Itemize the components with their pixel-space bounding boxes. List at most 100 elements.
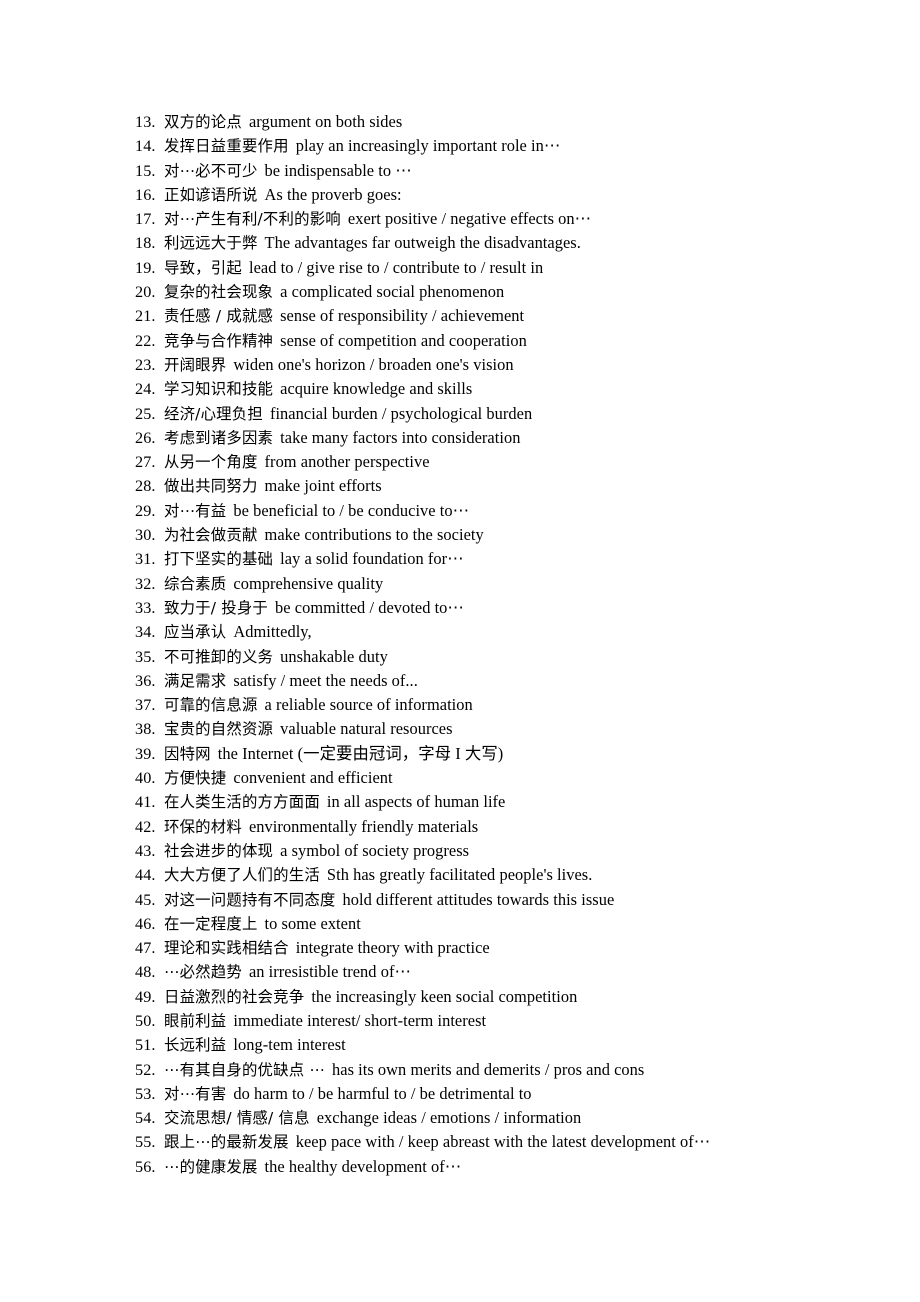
list-item-chinese-term: 致力于/ 投身于 <box>164 598 269 617</box>
list-item-chinese-term: ⋯有其自身的优缺点 ⋯ <box>164 1060 325 1079</box>
list-item-number: 51. <box>135 1036 156 1055</box>
list-item: 23. 开阔眼界 widen one's horizon / broaden one… <box>135 353 875 377</box>
list-item-english-translation: a symbol of society progress <box>280 840 470 860</box>
list-item: 27. 从另一个角度 from another perspective <box>135 450 875 474</box>
list-item-number: 50. <box>135 1011 156 1030</box>
list-item-english-translation: make joint efforts <box>264 476 382 496</box>
list-item-chinese-term: 对这一问题持有不同态度 <box>164 890 336 909</box>
list-item-chinese-term: 大大方便了人们的生活 <box>164 866 320 885</box>
list-item-chinese-term: 社会进步的体现 <box>164 841 274 860</box>
list-item-english-translation: unshakable duty <box>280 646 388 666</box>
list-item: 26. 考虑到诸多因素 take many factors into conside… <box>135 426 875 450</box>
list-item-english-translation: take many factors into consideration <box>280 427 521 447</box>
list-item-number: 22. <box>135 331 156 350</box>
list-item-number: 20. <box>135 283 156 302</box>
list-item-chinese-term: 眼前利益 <box>164 1011 227 1030</box>
list-item-english-translation: argument on both sides <box>248 112 403 131</box>
list-item-english-translation: satisfy / meet the needs of... <box>233 670 418 690</box>
list-item-chinese-term: 对⋯有害 <box>164 1084 227 1103</box>
list-item: 42. 环保的材料 environmentally friendly materia… <box>135 815 875 839</box>
list-item-english-translation: a complicated social phenomenon <box>280 282 505 302</box>
list-item-chinese-term: 正如谚语所说 <box>164 185 258 204</box>
list-item-chinese-term: 不可推卸的义务 <box>164 647 274 666</box>
list-item-number: 26. <box>135 428 156 447</box>
list-item-number: 24. <box>135 380 156 399</box>
list-item-number: 17. <box>135 210 156 229</box>
list-item-english-translation: an irresistible trend of⋯ <box>248 962 411 982</box>
list-item: 43. 社会进步的体现 a symbol of society progress <box>135 839 875 863</box>
list-item-english-translation: valuable natural resources <box>280 719 453 739</box>
list-item-number: 47. <box>135 939 156 958</box>
vocabulary-list: 13. 双方的论点 argument on both sides 14. 发挥日益重要作… <box>135 110 875 1179</box>
list-item-english-translation: long-tem interest <box>233 1035 346 1055</box>
list-item-chinese-term: 发挥日益重要作用 <box>164 137 289 156</box>
list-item-chinese-term: 跟上⋯的最新发展 <box>164 1133 289 1152</box>
list-item-english-translation: from another perspective <box>264 452 430 472</box>
list-item-chinese-term: 可靠的信息源 <box>164 696 258 715</box>
list-item-chinese-term: 满足需求 <box>164 671 227 690</box>
list-item: 45. 对这一问题持有不同态度 hold different attitudes t… <box>135 888 875 912</box>
list-item: 33. 致力于/ 投身于 be committed / devoted to⋯ <box>135 596 875 620</box>
list-item-chinese-term: 利远远大于弊 <box>164 234 258 253</box>
list-item-number: 41. <box>135 793 156 812</box>
list-item-chinese-term: 日益激烈的社会竞争 <box>164 987 305 1006</box>
list-item-number: 35. <box>135 647 156 666</box>
list-item: 16. 正如谚语所说 As the proverb goes: <box>135 183 875 207</box>
list-item: 55. 跟上⋯的最新发展 keep pace with / keep abreast… <box>135 1130 875 1154</box>
list-item: 54. 交流思想/ 情感/ 信息 exchange ideas / emotions… <box>135 1106 875 1130</box>
list-item: 36. 满足需求 satisfy / meet the needs of... <box>135 669 875 693</box>
list-item-chinese-term: 应当承认 <box>164 623 227 642</box>
list-item: 52. ⋯有其自身的优缺点 ⋯ has its own merits and dem… <box>135 1058 875 1082</box>
list-item-number: 43. <box>135 841 156 860</box>
list-item: 41. 在人类生活的方方面面 in all aspects of human lif… <box>135 790 875 814</box>
list-item-number: 19. <box>135 258 156 277</box>
list-item: 38. 宝贵的自然资源 valuable natural resources <box>135 717 875 741</box>
list-item-chinese-term: 打下坚实的基础 <box>164 550 274 569</box>
list-item-chinese-term: 环保的材料 <box>164 817 242 836</box>
list-item-number: 27. <box>135 453 156 472</box>
list-item: 37. 可靠的信息源 a reliable source of informatio… <box>135 693 875 717</box>
list-item-english-translation: the increasingly keen social competition <box>311 986 578 1006</box>
list-item-chinese-term: 做出共同努力 <box>164 477 258 496</box>
list-item-english-translation: in all aspects of human life <box>326 792 506 812</box>
list-item: 17. 对⋯产生有利/不利的影响 exert positive / negative… <box>135 207 875 231</box>
list-item: 44. 大大方便了人们的生活 Sth has greatly facilitated… <box>135 863 875 887</box>
list-item: 28. 做出共同努力 make joint efforts <box>135 474 875 498</box>
list-item-number: 28. <box>135 477 156 496</box>
list-item-english-translation: be committed / devoted to⋯ <box>275 597 464 617</box>
list-item-number: 44. <box>135 866 156 885</box>
list-item-number: 42. <box>135 817 156 836</box>
list-item-english-translation: a reliable source of information <box>264 695 473 715</box>
list-item: 24. 学习知识和技能 acquire knowledge and skills <box>135 377 875 401</box>
list-item-number: 15. <box>135 161 156 180</box>
list-item-english-translation: As the proverb goes: <box>264 184 402 204</box>
list-item-english-translation: to some extent <box>264 913 361 933</box>
list-item-english-translation: exchange ideas / emotions / information <box>316 1108 582 1128</box>
list-item-chinese-term: ⋯必然趋势 <box>164 963 242 982</box>
list-item: 49. 日益激烈的社会竞争 the increasingly keen social… <box>135 985 875 1009</box>
list-item-number: 33. <box>135 598 156 617</box>
list-item-english-translation: the healthy development of⋯ <box>264 1156 462 1176</box>
list-item: 20. 复杂的社会现象 a complicated social phenomeno… <box>135 280 875 304</box>
list-item: 51. 长远利益 long-tem interest <box>135 1033 875 1057</box>
list-item: 22. 竞争与合作精神 sense of competition and coope… <box>135 329 875 353</box>
list-item-number: 52. <box>135 1060 156 1079</box>
list-item-english-translation: lay a solid foundation for⋯ <box>280 549 464 569</box>
list-item-english-translation: environmentally friendly materials <box>248 816 479 836</box>
list-item-number: 37. <box>135 696 156 715</box>
list-item-english-translation: hold different attitudes towards this is… <box>342 889 615 909</box>
list-item-number: 39. <box>135 744 156 763</box>
list-item: 29. 对⋯有益 be beneficial to / be conducive t… <box>135 499 875 523</box>
list-item-english-translation: acquire knowledge and skills <box>280 379 473 399</box>
list-item-chinese-term: 对⋯产生有利/不利的影响 <box>164 210 341 229</box>
list-item-chinese-term: 从另一个角度 <box>164 453 258 472</box>
list-item-chinese-term: 在人类生活的方方面面 <box>164 793 320 812</box>
list-item-english-translation: Admittedly, <box>233 622 312 642</box>
list-item: 34. 应当承认 Admittedly, <box>135 620 875 644</box>
list-item-number: 32. <box>135 574 156 593</box>
list-item-english-translation: comprehensive quality <box>233 573 384 593</box>
list-item: 21. 责任感 / 成就感 sense of responsibility / ac… <box>135 304 875 328</box>
list-item-english-translation: Sth has greatly facilitated people's liv… <box>326 865 593 885</box>
list-item-english-translation: widen one's horizon / broaden one's visi… <box>233 354 514 374</box>
list-item-chinese-term: 宝贵的自然资源 <box>164 720 274 739</box>
